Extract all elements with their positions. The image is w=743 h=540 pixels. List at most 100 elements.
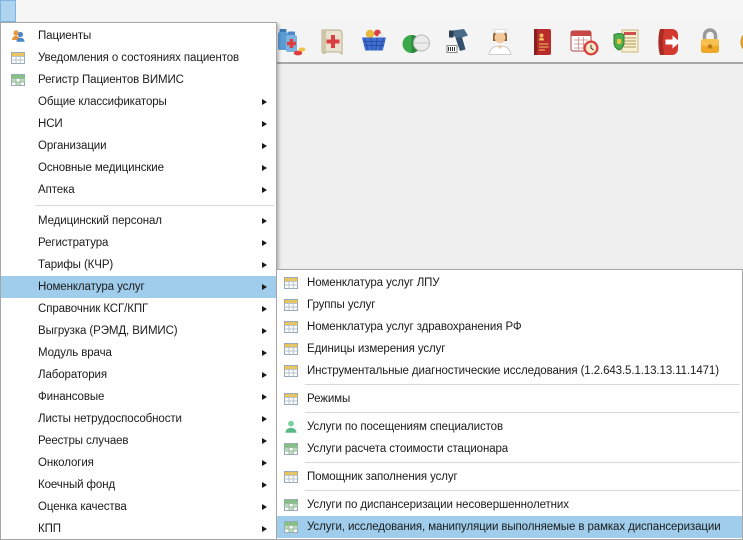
menu-item[interactable]: Номенклатура услуг (1, 276, 276, 298)
menu-item[interactable]: Выгрузка (РЭМД, ВИМИС) (1, 320, 276, 342)
menu-item-label: Лаборатория (38, 369, 107, 381)
menu-item-label: Финансовые (38, 391, 104, 403)
submenu-item[interactable]: Единицы измерения услуг (277, 338, 742, 360)
menu-item[interactable]: Уведомления о состояниях пациентов (1, 47, 276, 69)
submenu-item[interactable]: Группы услуг (277, 294, 742, 316)
submenu-arrow-icon (262, 460, 267, 466)
submenu-item[interactable]: Услуги расчета стоимости стационара (277, 438, 742, 460)
submenu-item-label: Услуги по диспансеризации несовершенноле… (307, 499, 569, 511)
menubar (0, 0, 743, 22)
menu-item-label: Аптека (38, 184, 75, 196)
pills-icon[interactable] (400, 26, 432, 58)
exit-icon[interactable] (652, 26, 684, 58)
menu-item[interactable]: Регистратура (1, 232, 276, 254)
spravochniki-dropdown-menu: Пациенты Уведомления о состояниях пациен… (0, 22, 277, 540)
menu-separator (305, 490, 740, 491)
medical-reference-book-icon[interactable] (316, 26, 348, 58)
lock-icon[interactable] (694, 26, 726, 58)
app-window: { "menubar": { "items": [ {"label": "Спр… (0, 0, 743, 540)
table-green-icon (10, 72, 26, 88)
submenu-item[interactable]: Помощник заполнения услуг (277, 466, 742, 488)
menubar-item[interactable] (113, 1, 127, 21)
submenu-arrow-icon (262, 240, 267, 246)
schedule-clock-icon[interactable] (568, 26, 600, 58)
personnel-document-icon[interactable] (526, 26, 558, 58)
menu-item[interactable]: Онкология (1, 452, 276, 474)
submenu-arrow-icon (262, 526, 267, 532)
menubar-item[interactable] (85, 1, 99, 21)
menubar-item[interactable] (57, 1, 71, 21)
menu-item[interactable]: Медицинский персонал (1, 210, 276, 232)
submenu-item-label: Номенклатура услуг ЛПУ (307, 277, 440, 289)
submenu-item-label: Режимы (307, 393, 350, 405)
table-green-icon (283, 519, 299, 535)
menu-item-label: Листы нетрудоспособности (38, 413, 182, 425)
menu-item[interactable]: Модуль врача (1, 342, 276, 364)
menu-item-label: Организации (38, 140, 106, 152)
submenu-item[interactable]: Режимы (277, 388, 742, 410)
submenu-arrow-icon (262, 165, 267, 171)
menubar-item[interactable] (43, 1, 57, 21)
menu-item-label: Модуль врача (38, 347, 112, 359)
menu-item-label: Онкология (38, 457, 94, 469)
menu-item[interactable]: Оценка качества (1, 496, 276, 518)
menu-item[interactable]: Организации (1, 135, 276, 157)
submenu-item[interactable]: Услуги по диспансеризации несовершенноле… (277, 494, 742, 516)
submenu-item[interactable]: Услуги, исследования, манипуляции выполн… (277, 516, 742, 538)
submenu-item[interactable]: Номенклатура услуг ЛПУ (277, 272, 742, 294)
table-yellow-icon (283, 341, 299, 357)
submenu-item[interactable]: Инструментальные диагностические исследо… (277, 360, 742, 382)
submenu-item-label: Номенклатура услуг здравохранения РФ (307, 321, 522, 333)
menubar-item[interactable] (29, 1, 43, 21)
menu-item[interactable]: КПП (1, 518, 276, 540)
submenu-item[interactable]: Услуги по посещениям специалистов (277, 416, 742, 438)
table-yellow-icon (283, 275, 299, 291)
menu-item-label: Пациенты (38, 30, 91, 42)
menu-item-label: КПП (38, 523, 61, 535)
menu-item[interactable]: Пациенты (1, 25, 276, 47)
toolbar-icons-row (274, 26, 743, 58)
table-yellow-icon (283, 469, 299, 485)
menu-item[interactable]: Финансовые (1, 386, 276, 408)
patients-icon (10, 28, 26, 44)
table-yellow-icon (283, 363, 299, 379)
submenu-item[interactable]: Номенклатура услуг здравохранения РФ (277, 316, 742, 338)
menubar-item[interactable] (1, 1, 15, 21)
menu-item[interactable]: Лаборатория (1, 364, 276, 386)
submenu-item-label: Услуги по посещениям специалистов (307, 421, 503, 433)
submenu-arrow-icon (262, 504, 267, 510)
menu-item[interactable]: Реестры случаев (1, 430, 276, 452)
pharmacy-basket-icon[interactable] (358, 26, 390, 58)
menubar-item[interactable] (71, 1, 85, 21)
nurse-icon[interactable] (484, 26, 516, 58)
submenu-arrow-icon (262, 187, 267, 193)
menu-item[interactable]: Листы нетрудоспособности (1, 408, 276, 430)
menu-item[interactable]: Справочник КСГ/КПГ (1, 298, 276, 320)
menu-item[interactable]: Общие классификаторы (1, 91, 276, 113)
menu-item[interactable]: Аптека (1, 179, 276, 201)
submenu-arrow-icon (262, 143, 267, 149)
menu-item[interactable]: Коечный фонд (1, 474, 276, 496)
menu-item-label: Общие классификаторы (38, 96, 167, 108)
barcode-scanner-icon[interactable] (442, 26, 474, 58)
clipped-edge-icon[interactable] (736, 26, 743, 58)
menu-item[interactable]: НСИ (1, 113, 276, 135)
menu-item[interactable]: Тарифы (КЧР) (1, 254, 276, 276)
submenu-arrow-icon (262, 99, 267, 105)
menu-item[interactable]: Регистр Пациентов ВИМИС (1, 69, 276, 91)
submenu-item-label: Услуги расчета стоимости стационара (307, 443, 508, 455)
menu-item[interactable]: Основные медицинские (1, 157, 276, 179)
table-yellow-icon (283, 319, 299, 335)
specialist-icon (283, 419, 299, 435)
menu-item-label: Уведомления о состояниях пациентов (38, 52, 239, 64)
menubar-item[interactable] (15, 1, 29, 21)
menu-item-label: Коечный фонд (38, 479, 115, 491)
menu-separator (305, 462, 740, 463)
menubar-item[interactable] (99, 1, 113, 21)
menu-item-label: Оценка качества (38, 501, 127, 513)
submenu-arrow-icon (262, 372, 267, 378)
menu-item-label: Выгрузка (РЭМД, ВИМИС) (38, 325, 178, 337)
secure-records-icon[interactable] (610, 26, 642, 58)
submenu-item-label: Помощник заполнения услуг (307, 471, 458, 483)
medicines-icon[interactable] (274, 26, 306, 58)
